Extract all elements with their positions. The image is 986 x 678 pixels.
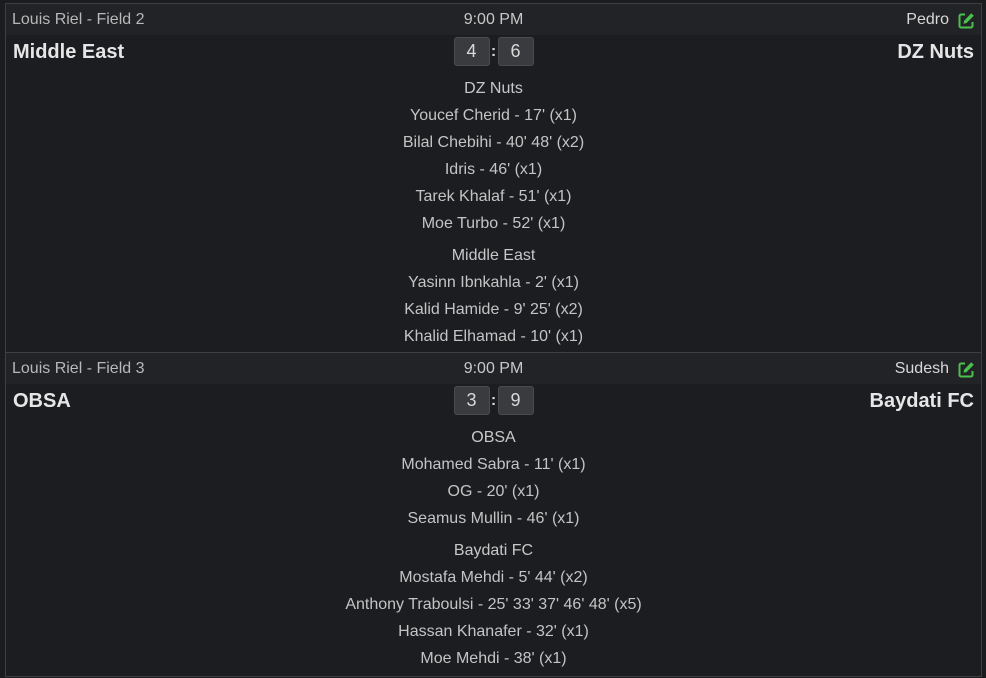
- referee-name: Pedro: [906, 11, 949, 28]
- goal-entry: Moe Turbo - 52' (x1): [421, 215, 566, 232]
- scorer-group-team: DZ Nuts: [464, 80, 523, 97]
- goal-entry: Tarek Khalaf - 51' (x1): [415, 188, 572, 205]
- scorer-group-team: OBSA: [471, 429, 516, 446]
- away-team[interactable]: Baydati FC: [870, 390, 974, 413]
- goal-entry: Hassan Khanafer - 32' (x1): [398, 623, 589, 640]
- goal-entry: Kalid Hamide - 9' 25' (x2): [404, 301, 583, 318]
- away-team[interactable]: DZ Nuts: [897, 41, 974, 64]
- game-time: 9:00 PM: [463, 360, 524, 377]
- field-name: Louis Riel - Field 3: [12, 360, 145, 377]
- score: 3 : 9: [6, 386, 981, 415]
- scorers: DZ Nuts Youcef Cherid - 17' (x1) Bilal C…: [6, 71, 981, 350]
- home-score: 3: [453, 386, 490, 415]
- goal-entry: Mostafa Mehdi - 5' 44' (x2): [399, 569, 588, 586]
- game-card: Louis Riel - Field 3 9:00 PM Sudesh OBSA…: [5, 353, 982, 677]
- away-score: 6: [497, 37, 534, 66]
- field-name: Louis Riel - Field 2: [12, 11, 145, 28]
- score-separator: :: [490, 391, 497, 409]
- scorer-group-team: Middle East: [451, 247, 536, 264]
- goal-entry: OG - 20' (x1): [447, 483, 540, 500]
- scorer-group: Middle East Yasinn Ibnkahla - 2' (x1) Ka…: [6, 237, 981, 350]
- goal-entry: Mohamed Sabra - 11' (x1): [401, 456, 586, 473]
- teams-row: Middle East 4 : 6 DZ Nuts: [6, 35, 981, 71]
- referee-name: Sudesh: [894, 360, 949, 377]
- goal-entry: Yasinn Ibnkahla - 2' (x1): [408, 274, 579, 291]
- score-separator: :: [490, 42, 497, 60]
- game-header: Louis Riel - Field 2 9:00 PM Pedro: [6, 4, 981, 35]
- scorer-group: Baydati FC Mostafa Mehdi - 5' 44' (x2) A…: [6, 532, 981, 672]
- away-score: 9: [497, 386, 534, 415]
- edit-icon[interactable]: [958, 12, 975, 29]
- goal-entry: Anthony Traboulsi - 25' 33' 37' 46' 48' …: [345, 596, 642, 613]
- referee: Sudesh: [895, 360, 975, 378]
- score: 4 : 6: [6, 37, 981, 66]
- game-time: 9:00 PM: [463, 11, 524, 28]
- teams-row: OBSA 3 : 9 Baydati FC: [6, 384, 981, 420]
- scorers: OBSA Mohamed Sabra - 11' (x1) OG - 20' (…: [6, 420, 981, 672]
- edit-icon[interactable]: [958, 361, 975, 378]
- goal-entry: Youcef Cherid - 17' (x1): [410, 107, 577, 124]
- game-header: Louis Riel - Field 3 9:00 PM Sudesh: [6, 353, 981, 384]
- goal-entry: Khalid Elhamad - 10' (x1): [403, 328, 584, 345]
- scorer-group: DZ Nuts Youcef Cherid - 17' (x1) Bilal C…: [6, 71, 981, 237]
- goal-entry: Idris - 46' (x1): [444, 161, 543, 178]
- goal-entry: Bilal Chebihi - 40' 48' (x2): [402, 134, 585, 151]
- game-list: Louis Riel - Field 2 9:00 PM Pedro Middl…: [5, 3, 982, 677]
- scorer-group: OBSA Mohamed Sabra - 11' (x1) OG - 20' (…: [6, 420, 981, 532]
- scorer-group-team: Baydati FC: [453, 542, 534, 559]
- home-score: 4: [453, 37, 490, 66]
- game-card: Louis Riel - Field 2 9:00 PM Pedro Middl…: [5, 4, 982, 353]
- goal-entry: Moe Mehdi - 38' (x1): [420, 650, 567, 667]
- referee: Pedro: [906, 11, 975, 29]
- goal-entry: Seamus Mullin - 46' (x1): [407, 510, 580, 527]
